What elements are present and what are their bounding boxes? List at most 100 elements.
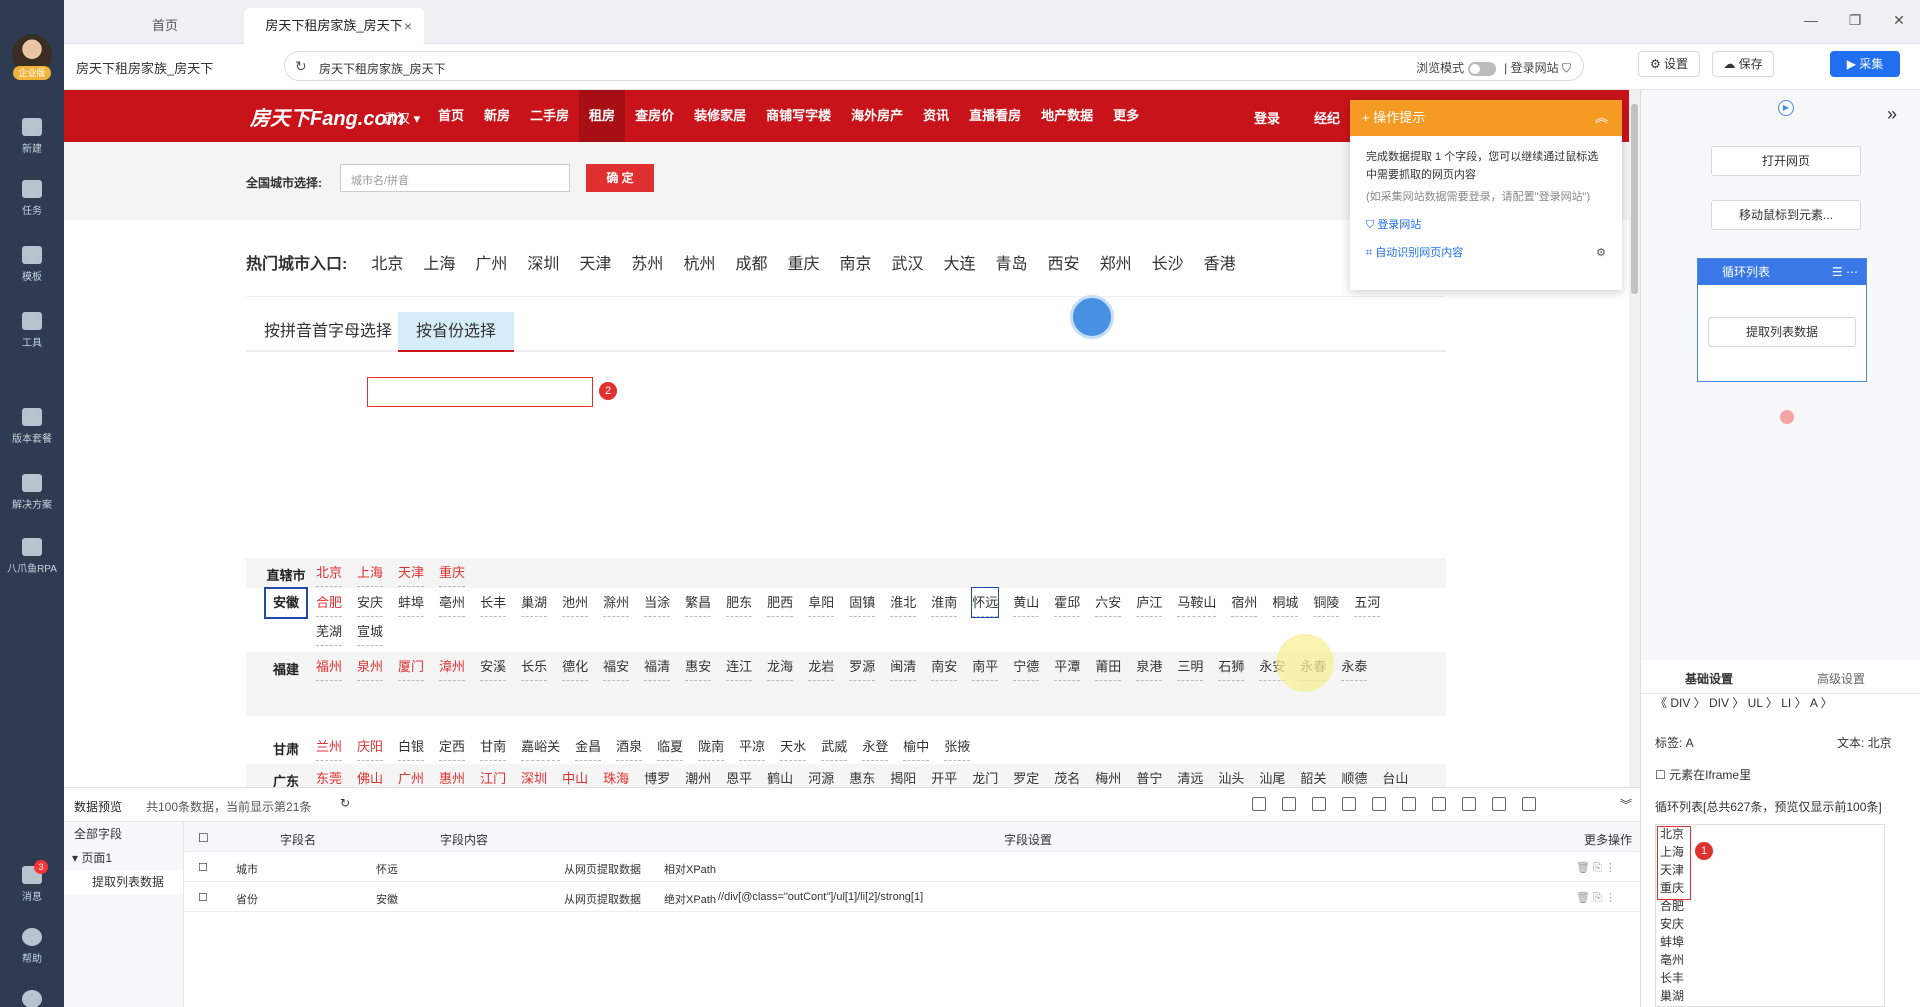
city-link[interactable]: 河源 <box>808 764 834 787</box>
city-selector[interactable]: 武汉 ▾ <box>384 108 420 127</box>
city-link[interactable]: 蚌埠 <box>398 588 425 617</box>
element-breadcrumb[interactable]: 《 DIV 〉 DIV 〉 UL 〉 LI 〉 A 〉 <box>1655 694 1875 711</box>
city-link[interactable]: 闽清 <box>890 652 917 681</box>
city-search-button[interactable]: 确 定 <box>586 164 654 192</box>
url-field[interactable]: ↻ 房天下租房家族_房天下 浏览模式 | 登录网站 ⛉ <box>284 51 1584 81</box>
city-link[interactable]: 龙海 <box>767 652 794 681</box>
row-checkbox[interactable]: ☐ <box>198 861 208 874</box>
more-icon[interactable]: ☰ ⋯ <box>1832 259 1858 285</box>
tab-province[interactable]: 按省份选择 <box>398 312 515 352</box>
site-menu-item[interactable]: 更多 <box>1103 90 1149 142</box>
tab-fang[interactable]: 房天下租房家族_房天下 × <box>244 8 424 44</box>
city-link[interactable]: 潮州 <box>685 764 711 787</box>
table-row[interactable]: ☐ 省份 安徽 从网页提取数据 绝对XPath //div[@class="ou… <box>184 882 1640 912</box>
city-link[interactable]: 罗定 <box>1013 764 1039 787</box>
hot-city-link[interactable]: 香港 <box>1204 256 1236 273</box>
refresh-icon[interactable]: ↻ <box>340 796 350 810</box>
row-actions[interactable]: 🗑 ⎘ ⋮ <box>1576 861 1616 875</box>
hot-city-link[interactable]: 成都 <box>735 256 767 273</box>
list-item[interactable]: 重庆 <box>1660 879 1884 897</box>
page-scrollbar[interactable] <box>1629 90 1640 787</box>
minimize-button[interactable]: — <box>1802 12 1820 30</box>
prev-icon[interactable] <box>1492 796 1506 811</box>
site-menu-item[interactable]: 二手房 <box>520 90 579 142</box>
city-link[interactable]: 北京 <box>316 558 343 587</box>
city-link[interactable]: 甘南 <box>480 732 507 761</box>
site-menu-item[interactable]: 直播看房 <box>959 90 1031 142</box>
city-link[interactable]: 揭阳 <box>890 764 916 787</box>
city-link[interactable]: 台山 <box>1382 764 1408 787</box>
city-link[interactable]: 陇南 <box>698 732 725 761</box>
flow-node-extract[interactable]: 提取列表数据 <box>1708 317 1856 347</box>
list-item[interactable]: 合肥 <box>1660 897 1884 915</box>
city-link[interactable]: 韶关 <box>1300 764 1326 787</box>
tab-pinyin[interactable]: 按拼音首字母选择 <box>246 312 410 352</box>
city-link[interactable]: 龙岩 <box>808 652 835 681</box>
city-link[interactable]: 福州 <box>316 652 343 681</box>
row-checkbox[interactable]: ☐ <box>198 891 208 904</box>
site-menu-item[interactable]: 装修家居 <box>684 90 756 142</box>
nav-tools[interactable]: 工具 <box>0 312 64 349</box>
city-link[interactable]: 固镇 <box>849 588 876 617</box>
city-link[interactable]: 恩平 <box>726 764 752 787</box>
city-link[interactable]: 连江 <box>726 652 753 681</box>
city-link[interactable]: 铜陵 <box>1313 588 1340 617</box>
city-link[interactable]: 兰州 <box>316 732 343 761</box>
list-item[interactable]: 上海 <box>1660 843 1884 861</box>
city-link[interactable]: 庐江 <box>1136 588 1163 617</box>
city-link[interactable]: 福清 <box>644 652 671 681</box>
city-link[interactable]: 临夏 <box>657 732 684 761</box>
city-link[interactable]: 梅州 <box>1095 764 1121 787</box>
site-menu-item[interactable]: 租房 <box>579 90 626 142</box>
hot-city-link[interactable]: 武汉 <box>892 256 924 273</box>
hot-city-link[interactable]: 青岛 <box>996 256 1028 273</box>
site-logo[interactable]: 房天下Fang.com <box>250 102 404 131</box>
nav-new[interactable]: 新建 <box>0 118 64 155</box>
nav-messages[interactable]: 消息 3 <box>0 860 64 903</box>
site-menu-item[interactable]: 海外房产 <box>841 90 913 142</box>
scroll-thumb[interactable] <box>1631 104 1638 294</box>
city-link[interactable]: 上海 <box>357 558 384 587</box>
hot-city-link[interactable]: 杭州 <box>683 256 715 273</box>
city-link[interactable]: 池州 <box>562 588 589 617</box>
city-link[interactable]: 佛山 <box>357 764 383 787</box>
flow-node-open[interactable]: 打开网页 <box>1711 146 1861 176</box>
city-link[interactable]: 芜湖 <box>316 617 343 646</box>
city-link[interactable]: 长乐 <box>521 652 548 681</box>
hot-city-link[interactable]: 郑州 <box>1100 256 1132 273</box>
city-link[interactable]: 惠州 <box>439 764 465 787</box>
table-row[interactable]: ☐ 城市 怀远 从网页提取数据 相对XPath 🗑 ⎘ ⋮ <box>184 852 1640 882</box>
select-all-checkbox[interactable]: ☐ <box>198 831 209 845</box>
city-link[interactable]: 榆中 <box>903 732 930 761</box>
site-menu-item[interactable]: 地产数据 <box>1031 90 1103 142</box>
city-link[interactable]: 酒泉 <box>616 732 643 761</box>
city-link[interactable]: 武威 <box>821 732 848 761</box>
city-link[interactable]: 巢湖 <box>521 588 548 617</box>
flow-node-move[interactable]: 移动鼠标到元素... <box>1711 200 1861 230</box>
city-link[interactable]: 淮北 <box>890 588 917 617</box>
list-item[interactable]: 天津 <box>1660 861 1884 879</box>
city-link[interactable]: 五河 <box>1354 588 1381 617</box>
nav-help[interactable]: 帮助 <box>0 928 64 965</box>
tab-home[interactable]: 首页 <box>80 8 250 44</box>
city-link[interactable]: 桐城 <box>1272 588 1299 617</box>
copy-icon[interactable] <box>1282 796 1296 811</box>
city-link[interactable]: 永登 <box>862 732 889 761</box>
city-link[interactable]: 六安 <box>1095 588 1122 617</box>
city-link[interactable]: 三明 <box>1177 652 1204 681</box>
next-icon[interactable] <box>1522 796 1536 811</box>
hot-city-link[interactable]: 西安 <box>1048 256 1080 273</box>
login-site-link[interactable]: 登录网站 <box>1511 61 1559 75</box>
city-link[interactable]: 重庆 <box>439 558 466 587</box>
city-link[interactable]: 罗源 <box>849 652 876 681</box>
city-link[interactable]: 中山 <box>562 764 588 787</box>
nav-settings[interactable] <box>0 990 64 1007</box>
tree-all-fields[interactable]: 全部字段 <box>64 822 183 846</box>
hot-city-link[interactable]: 广州 <box>475 256 507 273</box>
city-link[interactable]: 惠安 <box>685 652 712 681</box>
hot-city-link[interactable]: 长沙 <box>1152 256 1184 273</box>
list-item[interactable]: 北京 <box>1660 825 1884 843</box>
close-window-button[interactable]: ✕ <box>1890 12 1908 30</box>
city-link[interactable]: 宣城 <box>357 617 384 646</box>
city-link[interactable]: 阜阳 <box>808 588 835 617</box>
